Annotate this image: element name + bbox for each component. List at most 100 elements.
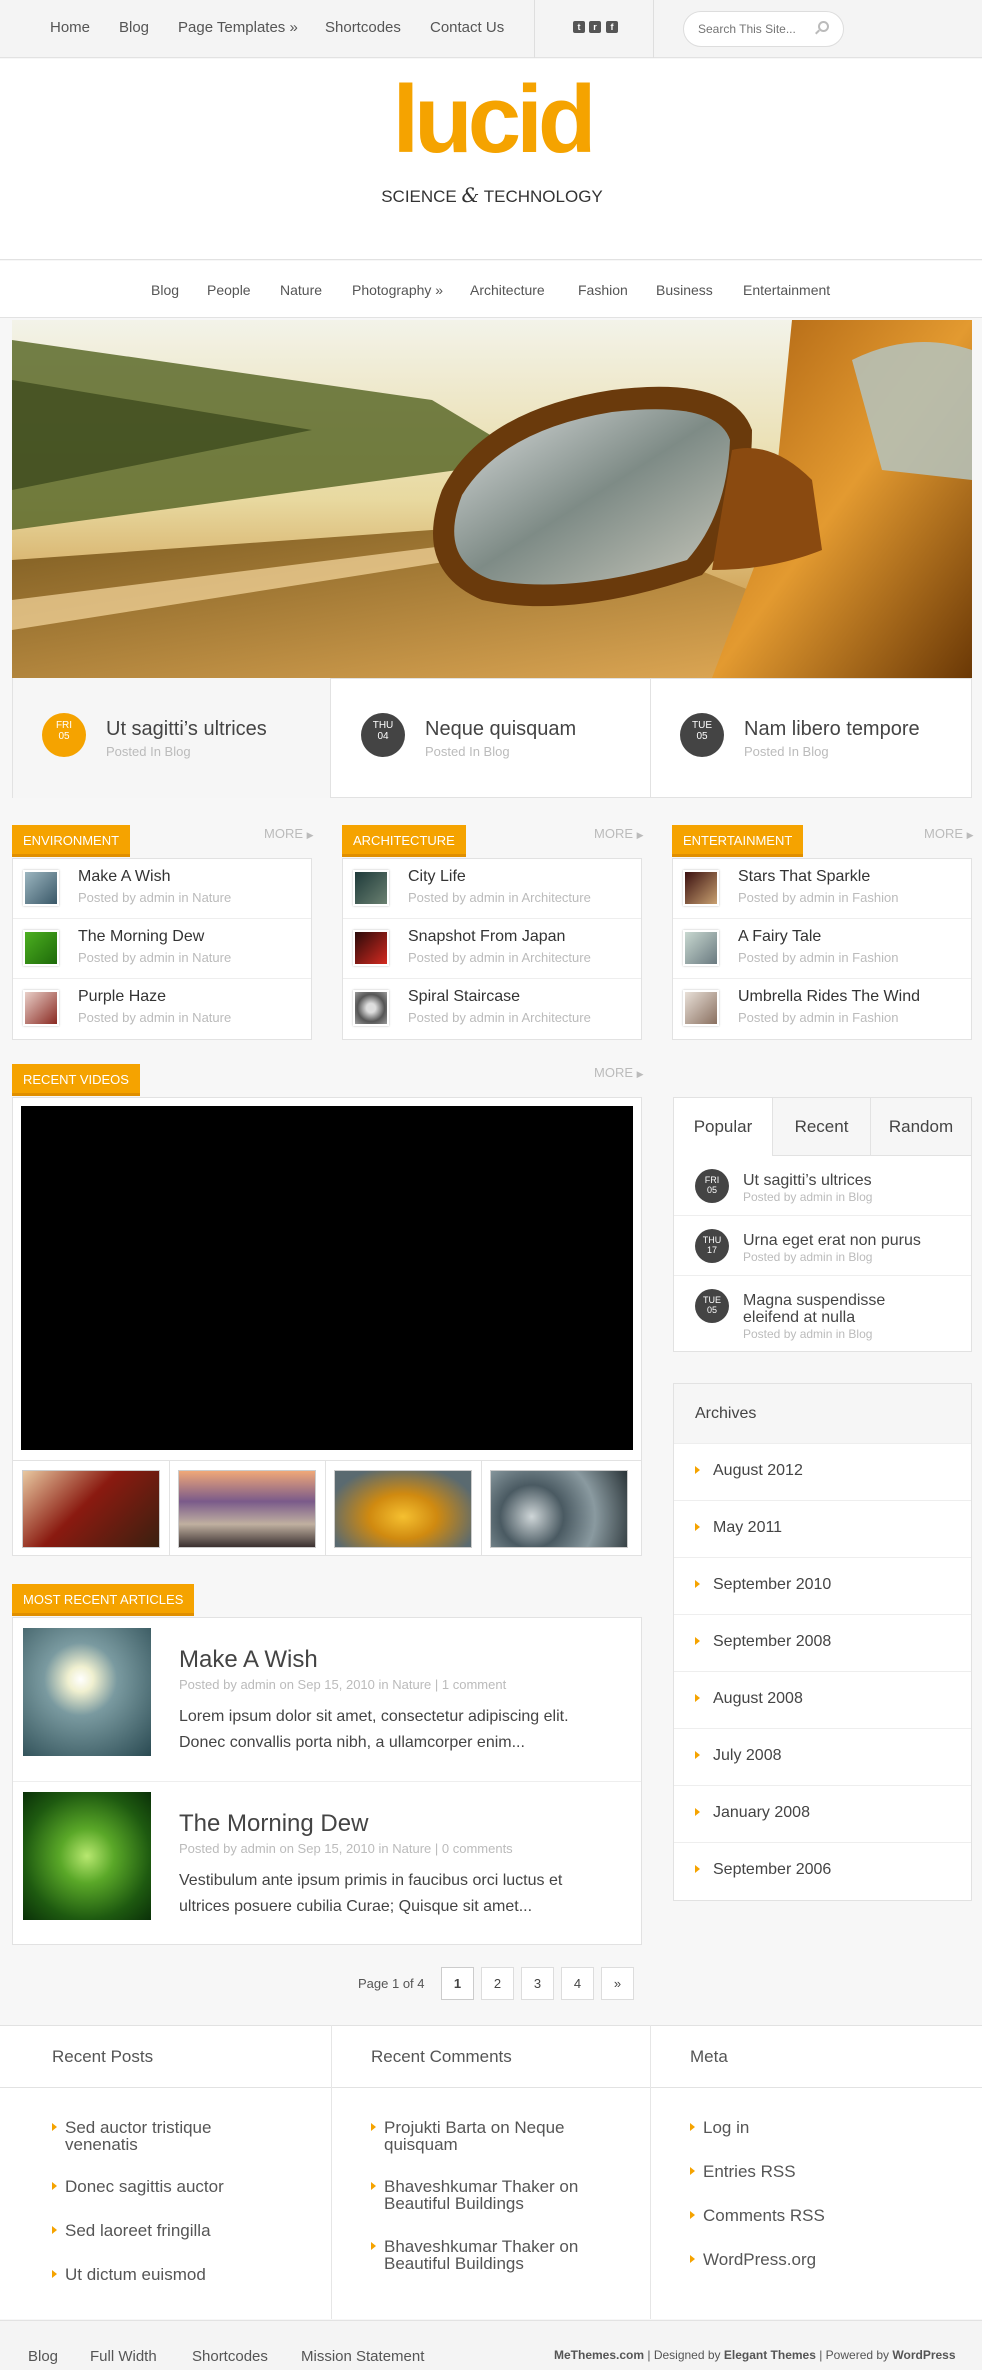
footer-meta-comments-rss[interactable]: Comments RSS [690, 2207, 825, 2224]
comments-link[interactable]: 0 comments [442, 1841, 513, 1856]
archive-link[interactable]: September 2008 [674, 1614, 971, 1671]
tab-popular[interactable]: Popular [674, 1098, 772, 1156]
post-thumbnail[interactable] [353, 870, 389, 906]
post-thumbnail[interactable] [683, 930, 719, 966]
category-tab[interactable]: ENTERTAINMENT [672, 825, 804, 857]
popular-post-title[interactable]: Ut sagitti’s ultrices [743, 1172, 872, 1189]
site-logo[interactable]: lucid [390, 72, 596, 168]
post-thumbnail[interactable] [23, 930, 59, 966]
page-2-button[interactable]: 2 [481, 1967, 514, 2000]
topnav-contact[interactable]: Contact Us [430, 19, 504, 36]
popular-post-title[interactable]: Magna suspendisse eleifend at nulla [743, 1292, 885, 1326]
bottom-nav-mission-statement[interactable]: Mission Statement [301, 2348, 424, 2365]
footer-meta-entries-rss[interactable]: Entries RSS [690, 2163, 796, 2180]
article-thumbnail[interactable] [23, 1628, 151, 1756]
rss-icon[interactable]: r [589, 21, 601, 33]
footer-post-link[interactable]: Sed auctor tristique venenatis [52, 2119, 211, 2153]
bottom-nav-full-width[interactable]: Full Width [90, 2348, 157, 2365]
archive-link[interactable]: September 2010 [674, 1557, 971, 1614]
topnav-blog[interactable]: Blog [119, 19, 149, 36]
footer-meta-login[interactable]: Log in [690, 2119, 749, 2136]
video-thumbnail[interactable] [490, 1470, 628, 1548]
video-player[interactable] [21, 1106, 633, 1450]
catnav-nature[interactable]: Nature [280, 282, 322, 298]
featured-title[interactable]: Ut sagitti’s ultrices [106, 718, 267, 741]
article-thumbnail[interactable] [23, 1792, 151, 1920]
catnav-architecture[interactable]: Architecture [470, 282, 545, 298]
more-link[interactable]: MORE ▶ [264, 826, 314, 841]
credits-designer-link[interactable]: Elegant Themes [724, 2348, 816, 2362]
post-title[interactable]: Snapshot From Japan [408, 928, 565, 946]
catnav-photography[interactable]: Photography » [352, 282, 443, 298]
twitter-icon[interactable]: t [573, 21, 585, 33]
more-link[interactable]: MORE ▶ [924, 826, 974, 841]
post-title[interactable]: Umbrella Rides The Wind [738, 988, 920, 1006]
author-link[interactable]: admin [240, 1677, 275, 1692]
page-1-button[interactable]: 1 [441, 1967, 474, 2000]
footer-comment-link[interactable]: Projukti Barta on Neque quisquam [371, 2119, 565, 2153]
category-tab[interactable]: ARCHITECTURE [342, 825, 466, 857]
post-title[interactable]: Purple Haze [78, 988, 166, 1006]
post-thumbnail[interactable] [683, 870, 719, 906]
popular-post-title[interactable]: Urna eget erat non purus [743, 1232, 921, 1249]
more-link[interactable]: MORE ▶ [594, 826, 644, 841]
post-thumbnail[interactable] [683, 990, 719, 1026]
archive-link[interactable]: August 2012 [674, 1443, 971, 1500]
video-thumbnail[interactable] [22, 1470, 160, 1548]
footer-post-link[interactable]: Donec sagittis auctor [52, 2178, 224, 2195]
footer-comment-link[interactable]: Bhaveshkumar Thaker on Beautiful Building… [371, 2178, 578, 2212]
archive-link[interactable]: July 2008 [674, 1728, 971, 1785]
category-link[interactable]: Nature [392, 1677, 431, 1692]
catnav-business[interactable]: Business [656, 282, 713, 298]
page-3-button[interactable]: 3 [521, 1967, 554, 2000]
featured-title[interactable]: Neque quisquam [425, 718, 576, 741]
topnav-home[interactable]: Home [50, 19, 90, 36]
category-link[interactable]: Nature [392, 1841, 431, 1856]
videos-tab[interactable]: RECENT VIDEOS [12, 1064, 140, 1096]
topnav-page-templates[interactable]: Page Templates » [178, 19, 298, 36]
archive-link[interactable]: August 2008 [674, 1671, 971, 1728]
more-link[interactable]: MORE ▶ [594, 1065, 644, 1080]
catnav-people[interactable]: People [207, 282, 251, 298]
catnav-entertainment[interactable]: Entertainment [743, 282, 830, 298]
author-link[interactable]: admin [240, 1841, 275, 1856]
footer-post-link[interactable]: Ut dictum euismod [52, 2266, 206, 2283]
article-title[interactable]: Make A Wish [179, 1646, 318, 1674]
post-title[interactable]: The Morning Dew [78, 928, 204, 946]
post-title[interactable]: City Life [408, 868, 466, 886]
article-title[interactable]: The Morning Dew [179, 1810, 368, 1838]
post-title[interactable]: A Fairy Tale [738, 928, 821, 946]
tab-recent[interactable]: Recent [772, 1098, 870, 1156]
footer-comment-link[interactable]: Bhaveshkumar Thaker on Beautiful Building… [371, 2238, 578, 2272]
next-page-button[interactable]: » [601, 1967, 634, 2000]
tab-random[interactable]: Random [870, 1098, 971, 1156]
post-thumbnail[interactable] [353, 930, 389, 966]
category-tab[interactable]: ENVIRONMENT [12, 825, 131, 857]
footer-post-link[interactable]: Sed laoreet fringilla [52, 2222, 211, 2239]
footer-meta-wordpress[interactable]: WordPress.org [690, 2251, 816, 2268]
search-icon[interactable] [818, 21, 829, 32]
facebook-icon[interactable]: f [606, 21, 618, 33]
archive-link[interactable]: September 2006 [674, 1842, 971, 1899]
bottom-nav-shortcodes[interactable]: Shortcodes [192, 2348, 268, 2365]
post-thumbnail[interactable] [23, 990, 59, 1026]
post-thumbnail[interactable] [23, 870, 59, 906]
video-thumbnail[interactable] [178, 1470, 316, 1548]
credits-site-link[interactable]: MeThemes.com [554, 2348, 644, 2362]
articles-tab[interactable]: MOST RECENT ARTICLES [12, 1584, 195, 1616]
post-thumbnail[interactable] [353, 990, 389, 1026]
archive-link[interactable]: May 2011 [674, 1500, 971, 1557]
video-thumbnail[interactable] [334, 1470, 472, 1548]
topnav-shortcodes[interactable]: Shortcodes [325, 19, 401, 36]
post-title[interactable]: Spiral Staircase [408, 988, 520, 1006]
post-title[interactable]: Make A Wish [78, 868, 170, 886]
post-title[interactable]: Stars That Sparkle [738, 868, 870, 886]
page-4-button[interactable]: 4 [561, 1967, 594, 2000]
archive-link[interactable]: January 2008 [674, 1785, 971, 1842]
catnav-blog[interactable]: Blog [151, 282, 179, 298]
hero-image[interactable] [12, 320, 972, 678]
comments-link[interactable]: 1 comment [442, 1677, 506, 1692]
bottom-nav-blog[interactable]: Blog [28, 2348, 58, 2365]
featured-title[interactable]: Nam libero tempore [744, 718, 920, 741]
credits-platform-link[interactable]: WordPress [892, 2348, 955, 2362]
